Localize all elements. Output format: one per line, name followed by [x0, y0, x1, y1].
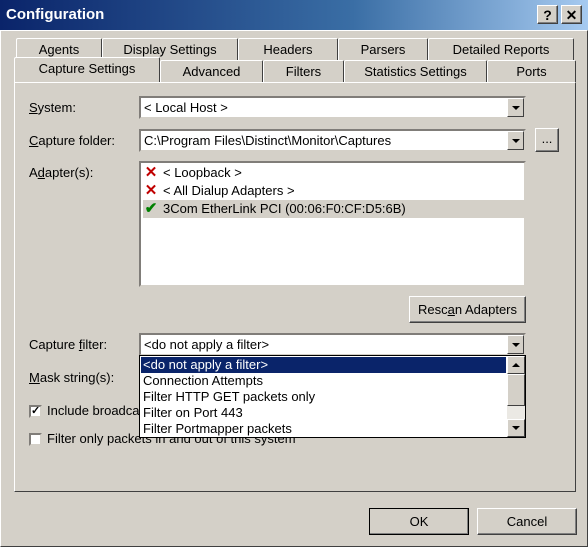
tab-capture-settings[interactable]: Capture Settings — [14, 57, 160, 82]
include-broadcast-checkbox[interactable]: ✓ — [29, 405, 42, 418]
mask-string-label: Mask string(s): — [29, 370, 115, 385]
system-label: System: — [29, 100, 76, 115]
include-broadcast-label: Include broadca — [47, 403, 140, 418]
chevron-down-icon[interactable] — [507, 98, 524, 117]
scroll-thumb[interactable] — [507, 374, 525, 406]
chevron-down-icon[interactable] — [507, 335, 524, 354]
cancel-button[interactable]: Cancel — [477, 508, 577, 535]
browse-button[interactable]: ... — [535, 128, 559, 152]
list-item[interactable]: ✔ 3Com EtherLink PCI (00:06:F0:CF:D5:6B) — [143, 200, 525, 218]
x-icon: ✕ — [144, 164, 158, 181]
tab-advanced[interactable]: Advanced — [160, 60, 263, 82]
list-item[interactable]: ✕ < Loopback > — [143, 164, 525, 182]
scroll-up-button[interactable] — [507, 356, 525, 374]
close-button[interactable]: ✕ — [561, 5, 582, 24]
dropdown-option[interactable]: <do not apply a filter> — [141, 357, 506, 373]
tab-statistics-settings[interactable]: Statistics Settings — [344, 60, 487, 82]
dropdown-option[interactable]: Filter HTTP GET packets only — [141, 389, 506, 405]
x-icon: ✕ — [144, 182, 158, 199]
capture-folder-select[interactable]: C:\Program Files\Distinct\Monitor\Captur… — [139, 129, 526, 152]
window-title: Configuration — [6, 6, 105, 23]
system-select[interactable]: < Local Host > — [139, 96, 526, 119]
capture-filter-select[interactable]: <do not apply a filter> — [139, 333, 526, 356]
tab-headers[interactable]: Headers — [238, 38, 338, 60]
capture-filter-label: Capture filter: — [29, 337, 108, 352]
adapters-list[interactable]: ✕ < Loopback > ✕ < All Dialup Adapters >… — [139, 161, 526, 287]
chevron-down-icon — [512, 426, 520, 430]
help-button[interactable]: ? — [537, 5, 558, 24]
tab-filters[interactable]: Filters — [263, 60, 344, 82]
adapters-label: Adapter(s): — [29, 165, 94, 180]
capture-filter-dropdown[interactable]: <do not apply a filter> Connection Attem… — [139, 355, 526, 438]
checkmark-icon: ✔ — [144, 200, 158, 217]
chevron-down-icon[interactable] — [507, 131, 524, 150]
ok-button[interactable]: OK — [369, 508, 469, 535]
tab-detailed-reports[interactable]: Detailed Reports — [428, 38, 574, 60]
list-item[interactable]: ✕ < All Dialup Adapters > — [143, 182, 525, 200]
title-bar[interactable]: Configuration ? ✕ — [0, 0, 588, 30]
dropdown-scrollbar[interactable] — [507, 356, 525, 437]
dropdown-option[interactable]: Filter on Port 443 — [141, 405, 506, 421]
dropdown-option[interactable]: Connection Attempts — [141, 373, 506, 389]
capture-folder-label: Capture folder: — [29, 133, 115, 148]
chevron-up-icon — [512, 363, 520, 367]
dropdown-option[interactable]: Filter Portmapper packets — [141, 421, 506, 437]
scroll-down-button[interactable] — [507, 419, 525, 437]
filter-only-checkbox[interactable] — [29, 433, 42, 446]
close-icon: ✕ — [565, 7, 578, 23]
tab-ports[interactable]: Ports — [487, 60, 576, 82]
tab-parsers[interactable]: Parsers — [338, 38, 428, 60]
rescan-adapters-button[interactable]: Rescan Adapters — [409, 296, 526, 323]
